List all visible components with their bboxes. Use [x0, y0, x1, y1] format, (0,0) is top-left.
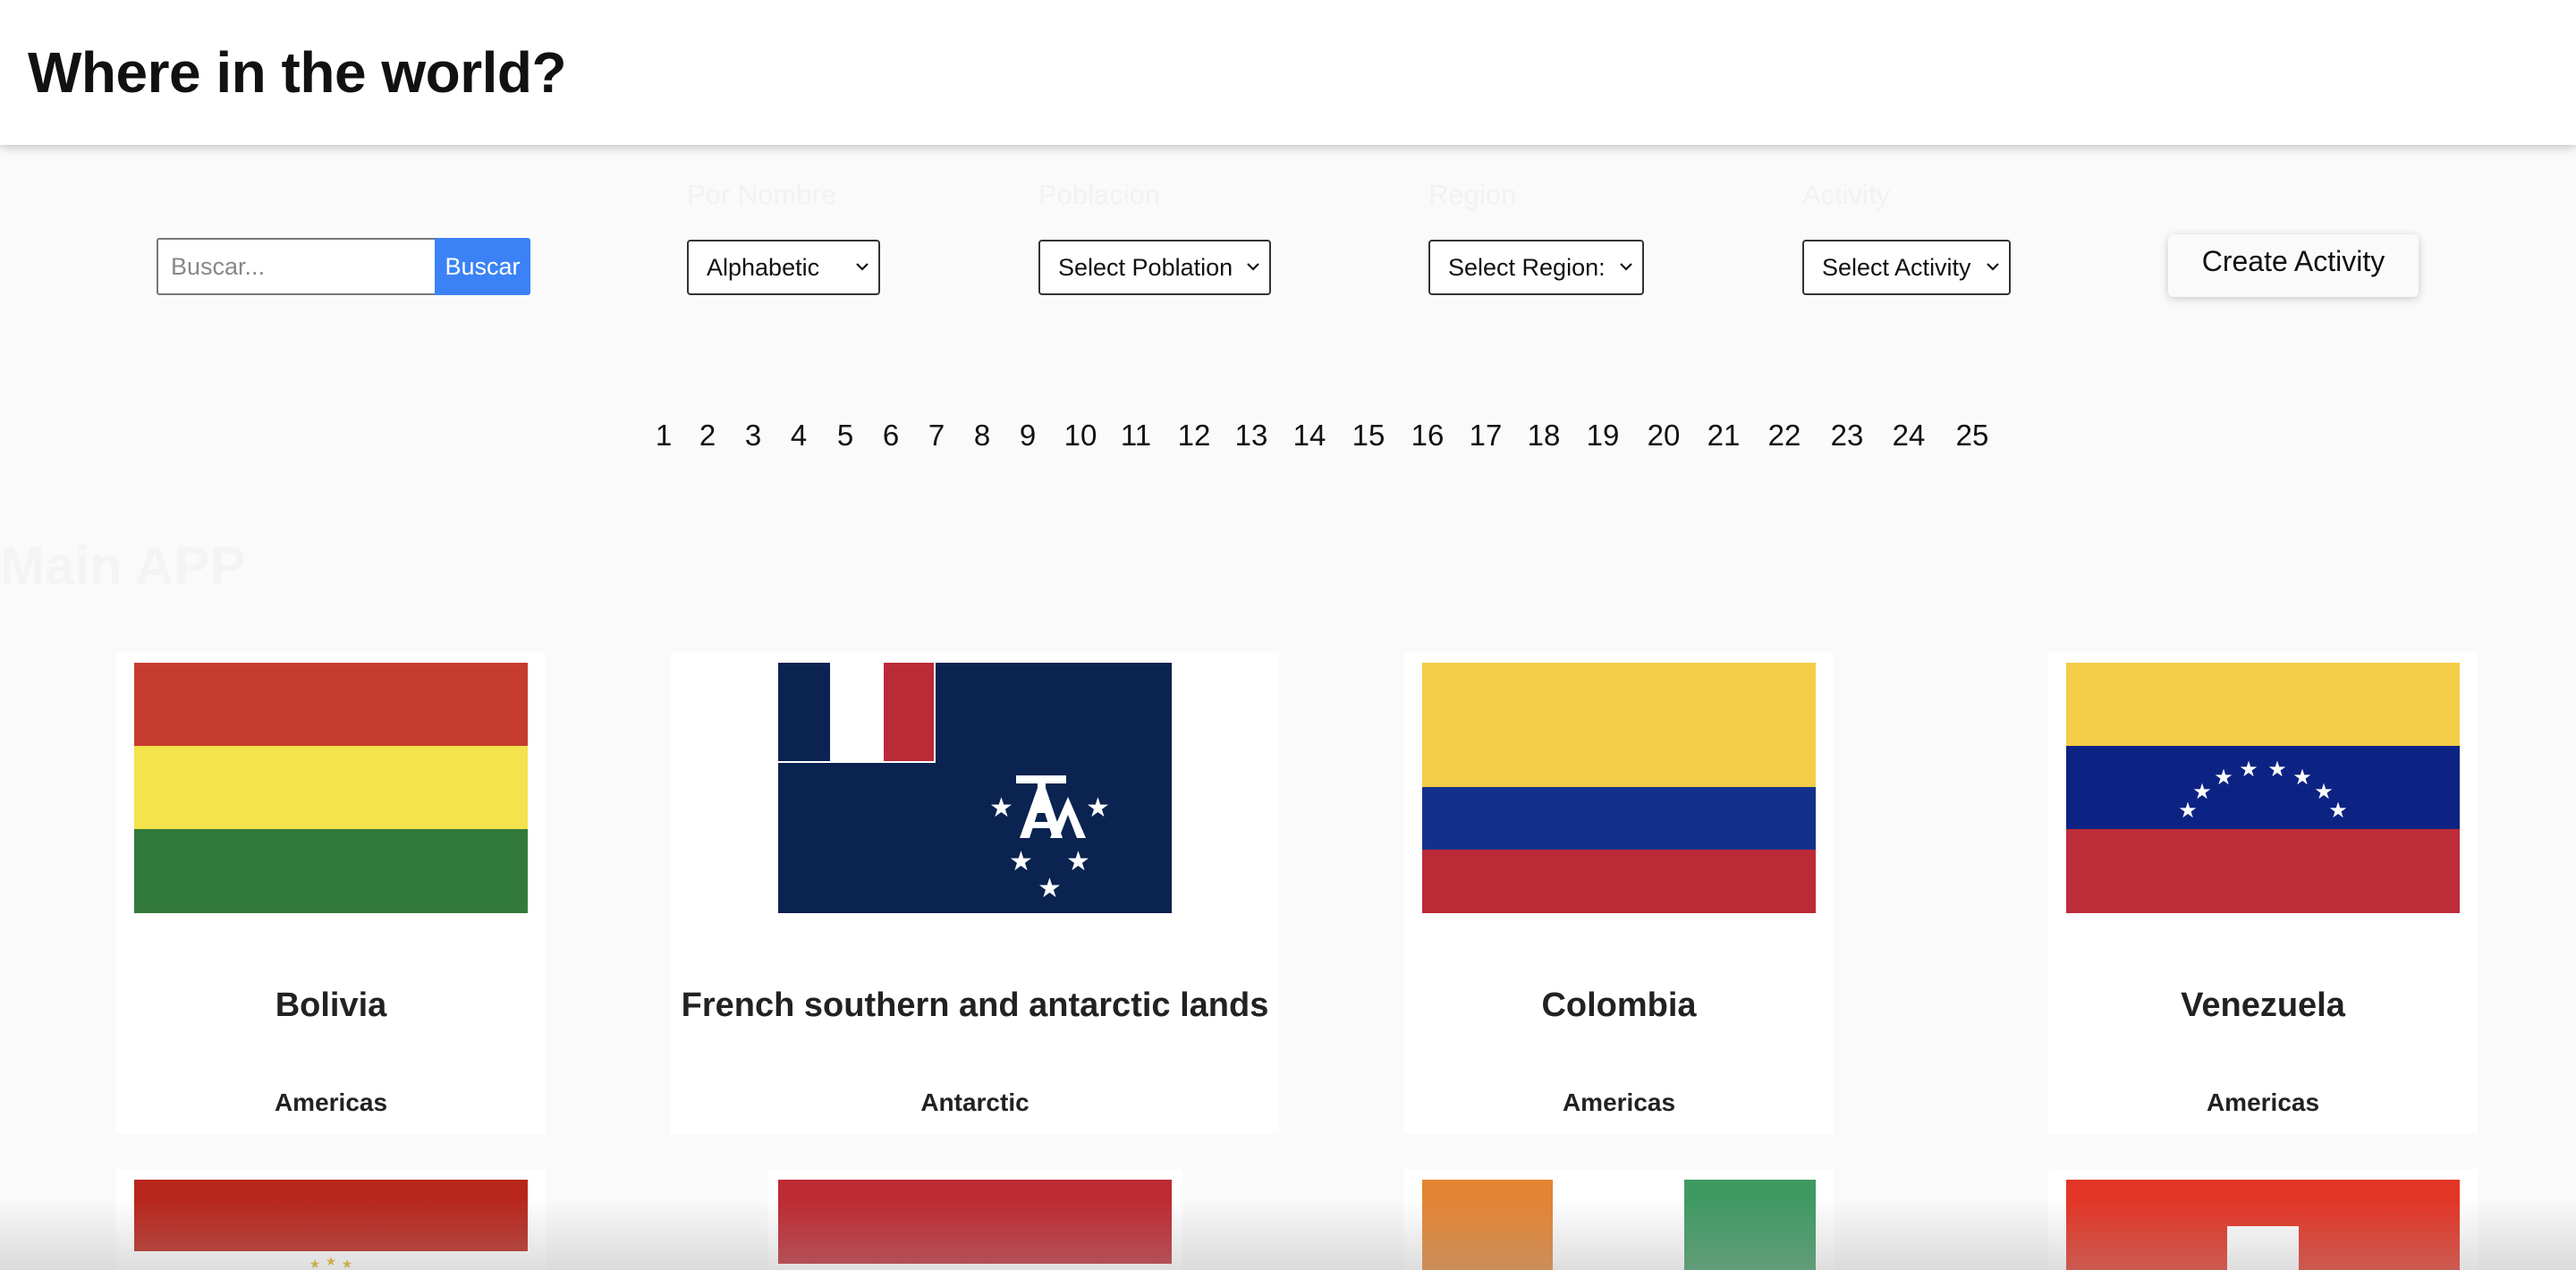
- country-name: French southern and antarctic lands: [681, 986, 1269, 1024]
- region-select[interactable]: Select Region:: [1428, 240, 1644, 295]
- population-select[interactable]: Select Poblation: [1038, 240, 1271, 295]
- tajikistan-flag: ★ ★ ★: [134, 1180, 528, 1270]
- country-card[interactable]: [767, 1169, 1182, 1270]
- svg-text:★: ★: [342, 1257, 353, 1270]
- country-region: Americas: [2206, 1088, 2320, 1116]
- search-button[interactable]: Buscar: [435, 238, 530, 295]
- svg-text:★: ★: [2214, 765, 2233, 790]
- page-link[interactable]: 15: [1352, 419, 1385, 453]
- country-region: Americas: [1562, 1088, 1676, 1116]
- page-link[interactable]: 14: [1293, 419, 1326, 453]
- page-link[interactable]: 8: [974, 419, 990, 453]
- country-name: Venezuela: [2181, 986, 2345, 1024]
- country-region: Americas: [274, 1088, 388, 1116]
- chevron-down-icon: [1987, 263, 1999, 271]
- page-link[interactable]: 18: [1528, 419, 1561, 453]
- chevron-down-icon: [1620, 263, 1632, 271]
- colombia-flag: [1422, 663, 1816, 913]
- venezuela-flag: ★ ★ ★ ★ ★ ★ ★ ★: [2066, 663, 2460, 913]
- page-link[interactable]: 22: [1768, 419, 1801, 453]
- search-bar: Buscar: [157, 238, 530, 295]
- page-link[interactable]: 19: [1587, 419, 1620, 453]
- main-title: Main APP: [0, 536, 246, 596]
- page-link[interactable]: 13: [1235, 419, 1268, 453]
- svg-text:★: ★: [2267, 757, 2287, 782]
- country-card[interactable]: Bolivia Americas: [116, 652, 546, 1133]
- page-link[interactable]: 17: [1470, 419, 1503, 453]
- chevron-down-icon: [1247, 263, 1259, 271]
- country-region: Antarctic: [920, 1088, 1030, 1116]
- country-name: Bolivia: [275, 986, 387, 1024]
- svg-text:★: ★: [2239, 757, 2258, 782]
- page-link[interactable]: 12: [1178, 419, 1211, 453]
- svg-text:★: ★: [1066, 846, 1090, 877]
- page-link[interactable]: 25: [1956, 419, 1989, 453]
- app-title: Where in the world?: [28, 40, 567, 105]
- page-link[interactable]: 9: [1020, 419, 1036, 453]
- country-card[interactable]: ★ ★ ★ ★ ★ ★ ★ ★ Venezuela Americas: [2048, 652, 2478, 1133]
- page-link[interactable]: 3: [745, 419, 761, 453]
- svg-text:★: ★: [2192, 779, 2212, 804]
- svg-text:★: ★: [2292, 765, 2312, 790]
- page-link[interactable]: 5: [837, 419, 853, 453]
- french-southern-lands-flag: ★ ★ ★ ★ ★: [778, 663, 1172, 913]
- page-link[interactable]: 7: [928, 419, 945, 453]
- population-select-value: Select Poblation: [1058, 254, 1233, 281]
- activity-select-value: Select Activity: [1822, 254, 1971, 281]
- svg-text:★: ★: [1038, 873, 1062, 904]
- chevron-down-icon: [856, 263, 869, 271]
- top-header: Where in the world?: [0, 0, 2576, 145]
- ivory-coast-flag: [1422, 1180, 1816, 1270]
- bolivia-flag: [134, 663, 528, 913]
- page-link[interactable]: 24: [1893, 419, 1926, 453]
- filter-label-population: Poblacion: [1038, 179, 1161, 210]
- svg-text:★: ★: [2328, 798, 2348, 823]
- filter-label-name: Por Nombre: [687, 179, 837, 210]
- page-link[interactable]: 10: [1064, 419, 1097, 453]
- page-link[interactable]: 6: [883, 419, 899, 453]
- activity-select[interactable]: Select Activity: [1802, 240, 2011, 295]
- country-card[interactable]: ★ ★ ★: [116, 1169, 546, 1270]
- page-link[interactable]: 1: [656, 419, 672, 453]
- filter-label-region: Region: [1428, 179, 1517, 210]
- page-link[interactable]: 16: [1411, 419, 1445, 453]
- page-link[interactable]: 11: [1121, 419, 1151, 453]
- country-card[interactable]: Colombia Americas: [1404, 652, 1834, 1133]
- sort-name-select-value: Alphabetic: [707, 254, 820, 281]
- svg-text:★: ★: [326, 1255, 337, 1269]
- country-flag: [778, 1180, 1172, 1270]
- country-card[interactable]: [1404, 1169, 1834, 1270]
- page-link[interactable]: 21: [1707, 419, 1741, 453]
- page-link[interactable]: 20: [1648, 419, 1681, 453]
- search-input[interactable]: [157, 238, 435, 295]
- region-select-value: Select Region:: [1448, 254, 1606, 281]
- sort-name-select[interactable]: Alphabetic: [687, 240, 880, 295]
- country-card[interactable]: ★ ★ ★ ★ ★ French southern and antarctic …: [671, 652, 1279, 1133]
- switzerland-flag: [2066, 1180, 2460, 1270]
- svg-text:★: ★: [1086, 792, 1110, 824]
- svg-text:★: ★: [309, 1257, 321, 1270]
- svg-text:★: ★: [989, 792, 1013, 824]
- page-link[interactable]: 4: [791, 419, 807, 453]
- country-card[interactable]: [2048, 1169, 2478, 1270]
- filter-label-activity: Activity: [1802, 179, 1891, 210]
- page-link[interactable]: 2: [699, 419, 716, 453]
- page-link[interactable]: 23: [1831, 419, 1864, 453]
- country-name: Colombia: [1541, 986, 1697, 1024]
- create-activity-button[interactable]: Create Activity: [2168, 234, 2419, 297]
- svg-text:★: ★: [1009, 846, 1033, 877]
